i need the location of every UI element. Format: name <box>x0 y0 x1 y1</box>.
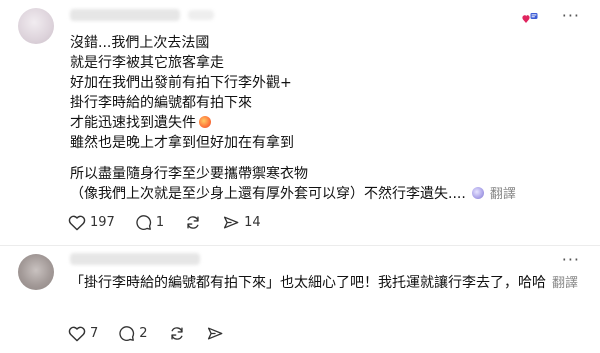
avatar[interactable] <box>18 254 54 290</box>
repost-button[interactable] <box>168 325 186 342</box>
post-line: 好加在我們出發前有拍下行李外觀+ <box>70 75 292 91</box>
avatar[interactable] <box>18 8 54 44</box>
reply-count: 2 <box>139 326 148 341</box>
post-line: 就是行李被其它旅客拿走 <box>70 55 224 71</box>
translate-link[interactable]: 翻譯 <box>552 276 578 291</box>
reply-actions: 7 2 <box>68 325 244 342</box>
reply-button[interactable]: 1 <box>135 214 164 231</box>
sweating-face-emoji <box>199 116 211 128</box>
post-main: ··· 沒錯...我們上次去法國 就是行李被其它旅客拿走 好加在我們出發前有拍下… <box>0 0 600 246</box>
more-icon[interactable]: ··· <box>562 8 580 24</box>
post-actions: 197 1 14 <box>68 214 281 231</box>
reply-post: ··· 「掛行李時給的編號都有拍下來」也太細心了吧！我托運就讓行李去了，哈哈 翻譯… <box>0 246 600 353</box>
reply-body: 「掛行李時給的編號都有拍下來」也太細心了吧！我托運就讓行李去了，哈哈 翻譯 <box>70 273 580 294</box>
send-icon <box>224 216 239 229</box>
post-line-with-emoji: 才能迅速找到遺失件 <box>70 113 516 133</box>
repost-icon <box>187 216 199 229</box>
like-button[interactable]: 7 <box>68 325 98 342</box>
repost-icon <box>170 327 183 340</box>
purple-face-emoji <box>471 187 484 199</box>
post-line: 所以盡量隨身行李至少要攜帶禦寒衣物 <box>70 166 308 182</box>
send-icon <box>207 327 222 340</box>
translate-link[interactable]: 翻譯 <box>490 187 516 202</box>
username-redacted[interactable] <box>70 9 180 21</box>
reply-button[interactable]: 2 <box>118 325 148 342</box>
share-button[interactable]: 14 <box>222 214 261 231</box>
heart-outline-icon <box>68 215 86 231</box>
heart-outline-icon <box>68 326 86 342</box>
post-line-with-translate: （像我們上次就是至少身上還有厚外套可以穿）不然行李遺失.... 翻譯 <box>70 184 516 205</box>
heart-badge-icon <box>522 13 538 23</box>
post-line: 沒錯...我們上次去法國 <box>70 35 210 51</box>
like-count: 7 <box>90 326 99 341</box>
share-count: 14 <box>244 215 261 230</box>
like-count: 197 <box>90 215 115 230</box>
post-line: 掛行李時給的編號都有拍下來 <box>70 95 252 111</box>
post-body: 沒錯...我們上次去法國 就是行李被其它旅客拿走 好加在我們出發前有拍下行李外觀… <box>70 33 516 205</box>
reply-text: 「掛行李時給的編號都有拍下來」也太細心了吧！我托運就讓行李去了，哈哈 <box>70 275 546 291</box>
comment-icon <box>119 326 135 341</box>
username-redacted[interactable] <box>70 253 200 265</box>
share-button[interactable] <box>206 325 224 342</box>
post-time-redacted <box>188 10 214 20</box>
reply-count: 1 <box>155 215 165 230</box>
post-line: 雖然也是晚上才拿到但好加在有拿到 <box>70 135 294 151</box>
post-line: （像我們上次就是至少身上還有厚外套可以穿）不然行李遺失.... <box>70 186 466 202</box>
more-icon[interactable]: ··· <box>562 252 580 268</box>
post-line: 才能迅速找到遺失件 <box>70 115 196 131</box>
like-button[interactable]: 197 <box>68 214 115 231</box>
comment-icon <box>136 215 151 230</box>
repost-button[interactable] <box>184 214 202 231</box>
